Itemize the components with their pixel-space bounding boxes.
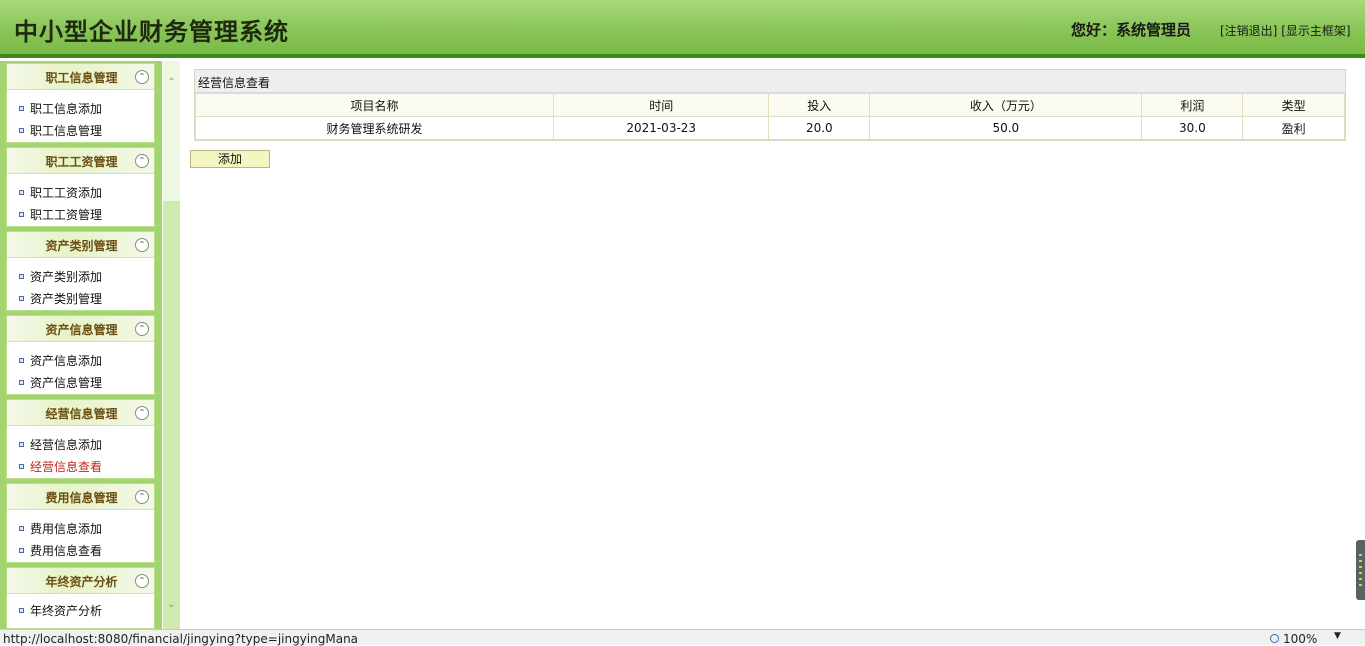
table-cell: 盈利 xyxy=(1242,116,1345,140)
header-links: [注销退出] [显示主框架] xyxy=(1220,22,1351,39)
panel-title: 职工工资管理 xyxy=(45,155,118,169)
sidebar-item-year-end-analysis[interactable]: 年终资产分析 xyxy=(19,602,102,619)
double-chevron-up-icon[interactable]: ⌃ xyxy=(135,406,149,420)
greeting-label: 您好： xyxy=(1071,21,1117,39)
double-chevron-up-icon[interactable]: ⌃ xyxy=(135,322,149,336)
app-header: 中小型企业财务管理系统 您好：系统管理员 [注销退出] [显示主框架] xyxy=(0,0,1365,58)
sidebar-item-asset-info-manage[interactable]: 资产信息管理 xyxy=(19,374,102,391)
chevron-up-icon[interactable]: ⌃ xyxy=(166,77,177,88)
business-table: 项目名称 时间 投入 收入（万元） 利润 类型 财务管理系统研发 2021-03… xyxy=(195,93,1345,140)
panel-header[interactable]: 费用信息管理 ⌃ xyxy=(7,484,154,510)
sidebar-item-asset-category-add[interactable]: 资产类别添加 xyxy=(19,268,102,285)
column-header: 收入（万元） xyxy=(869,93,1143,117)
chevron-down-icon[interactable]: ⌄ xyxy=(166,599,177,610)
panel-title: 年终资产分析 xyxy=(45,575,118,589)
sidebar-item-asset-info-add[interactable]: 资产信息添加 xyxy=(19,352,102,369)
column-header: 类型 xyxy=(1242,93,1345,117)
app-title: 中小型企业财务管理系统 xyxy=(14,17,289,46)
sidebar-item-expense-add[interactable]: 费用信息添加 xyxy=(19,520,102,537)
column-header: 投入 xyxy=(768,93,871,117)
sidebar: 职工信息管理 ⌃ 职工信息添加 职工信息管理 职工工资管理 ⌃ 职工工资添加 职… xyxy=(0,61,162,629)
panel-year-end-analysis: 年终资产分析 ⌃ 年终资产分析 xyxy=(6,567,155,629)
panel-header[interactable]: 年终资产分析 ⌃ xyxy=(7,568,154,594)
side-handle[interactable] xyxy=(1356,540,1365,600)
sidebar-splitter[interactable]: ⌃ ⌄ xyxy=(163,61,180,629)
user-greeting: 您好：系统管理员 xyxy=(1071,19,1191,40)
table-cell: 2021-03-23 xyxy=(552,116,770,140)
status-url: http://localhost:8080/financial/jingying… xyxy=(3,632,359,646)
double-chevron-up-icon[interactable]: ⌃ xyxy=(135,490,149,504)
bullet-icon xyxy=(19,464,24,469)
business-info-panel: 经营信息查看 项目名称 时间 投入 收入（万元） 利润 类型 财务管理系统研发 … xyxy=(194,69,1346,141)
table-cell: 50.0 xyxy=(869,116,1143,140)
panel-title: 费用信息管理 xyxy=(45,491,118,505)
column-header: 利润 xyxy=(1141,93,1244,117)
zoom-level[interactable]: 100% xyxy=(1270,632,1317,646)
panel-employee-info: 职工信息管理 ⌃ 职工信息添加 职工信息管理 xyxy=(6,63,155,143)
status-bar: http://localhost:8080/financial/jingying… xyxy=(0,629,1365,646)
panel-asset-info: 资产信息管理 ⌃ 资产信息添加 资产信息管理 xyxy=(6,315,155,395)
sidebar-item-salary-manage[interactable]: 职工工资管理 xyxy=(19,206,102,223)
bullet-icon xyxy=(19,608,24,613)
sidebar-item-business-add[interactable]: 经营信息添加 xyxy=(19,436,102,453)
bullet-icon xyxy=(19,212,24,217)
bullet-icon xyxy=(19,358,24,363)
panel-header[interactable]: 经营信息管理 ⌃ xyxy=(7,400,154,426)
double-chevron-up-icon[interactable]: ⌃ xyxy=(135,238,149,252)
user-name: 系统管理员 xyxy=(1116,21,1192,39)
show-frame-link[interactable]: [显示主框架] xyxy=(1281,24,1350,38)
bullet-icon xyxy=(19,296,24,301)
bullet-icon xyxy=(19,128,24,133)
sidebar-item-employee-add[interactable]: 职工信息添加 xyxy=(19,100,102,117)
main-content: 经营信息查看 项目名称 时间 投入 收入（万元） 利润 类型 财务管理系统研发 … xyxy=(180,61,1365,629)
double-chevron-up-icon[interactable]: ⌃ xyxy=(135,70,149,84)
bullet-icon xyxy=(19,442,24,447)
panel-title: 资产信息管理 xyxy=(45,323,118,337)
panel-business-info: 经营信息管理 ⌃ 经营信息添加 经营信息查看 xyxy=(6,399,155,479)
dropdown-caret-icon[interactable]: ▼ xyxy=(1334,631,1341,641)
panel-header[interactable]: 资产类别管理 ⌃ xyxy=(7,232,154,258)
panel-salary: 职工工资管理 ⌃ 职工工资添加 职工工资管理 xyxy=(6,147,155,227)
sidebar-item-expense-view[interactable]: 费用信息查看 xyxy=(19,542,102,559)
table-row: 财务管理系统研发 2021-03-23 20.0 50.0 30.0 盈利 xyxy=(195,116,1345,140)
sidebar-item-employee-manage[interactable]: 职工信息管理 xyxy=(19,122,102,139)
bullet-icon xyxy=(19,380,24,385)
panel-title: 职工信息管理 xyxy=(45,71,118,85)
bullet-icon xyxy=(19,106,24,111)
panel-header[interactable]: 职工信息管理 ⌃ xyxy=(7,64,154,90)
double-chevron-up-icon[interactable]: ⌃ xyxy=(135,574,149,588)
panel-header[interactable]: 资产信息管理 ⌃ xyxy=(7,316,154,342)
sidebar-item-salary-add[interactable]: 职工工资添加 xyxy=(19,184,102,201)
panel-expense-info: 费用信息管理 ⌃ 费用信息添加 费用信息查看 xyxy=(6,483,155,563)
double-chevron-up-icon[interactable]: ⌃ xyxy=(135,154,149,168)
sidebar-item-business-view[interactable]: 经营信息查看 xyxy=(19,458,102,475)
section-title: 经营信息查看 xyxy=(195,70,1345,93)
panel-title: 资产类别管理 xyxy=(45,239,118,253)
panel-header[interactable]: 职工工资管理 ⌃ xyxy=(7,148,154,174)
bullet-icon xyxy=(19,274,24,279)
panel-asset-category: 资产类别管理 ⌃ 资产类别添加 资产类别管理 xyxy=(6,231,155,311)
bullet-icon xyxy=(19,526,24,531)
table-cell: 20.0 xyxy=(768,116,871,140)
bullet-icon xyxy=(19,548,24,553)
bullet-icon xyxy=(19,190,24,195)
table-cell: 30.0 xyxy=(1141,116,1244,140)
table-cell: 财务管理系统研发 xyxy=(195,116,554,140)
table-header-row: 项目名称 时间 投入 收入（万元） 利润 类型 xyxy=(195,93,1345,117)
column-header: 项目名称 xyxy=(195,93,554,117)
zoom-value: 100% xyxy=(1283,632,1318,646)
zoom-icon xyxy=(1270,634,1279,643)
logout-link[interactable]: [注销退出] xyxy=(1220,24,1277,38)
sidebar-item-asset-category-manage[interactable]: 资产类别管理 xyxy=(19,290,102,307)
add-button[interactable]: 添加 xyxy=(190,150,270,168)
panel-title: 经营信息管理 xyxy=(45,407,118,421)
column-header: 时间 xyxy=(552,93,770,117)
